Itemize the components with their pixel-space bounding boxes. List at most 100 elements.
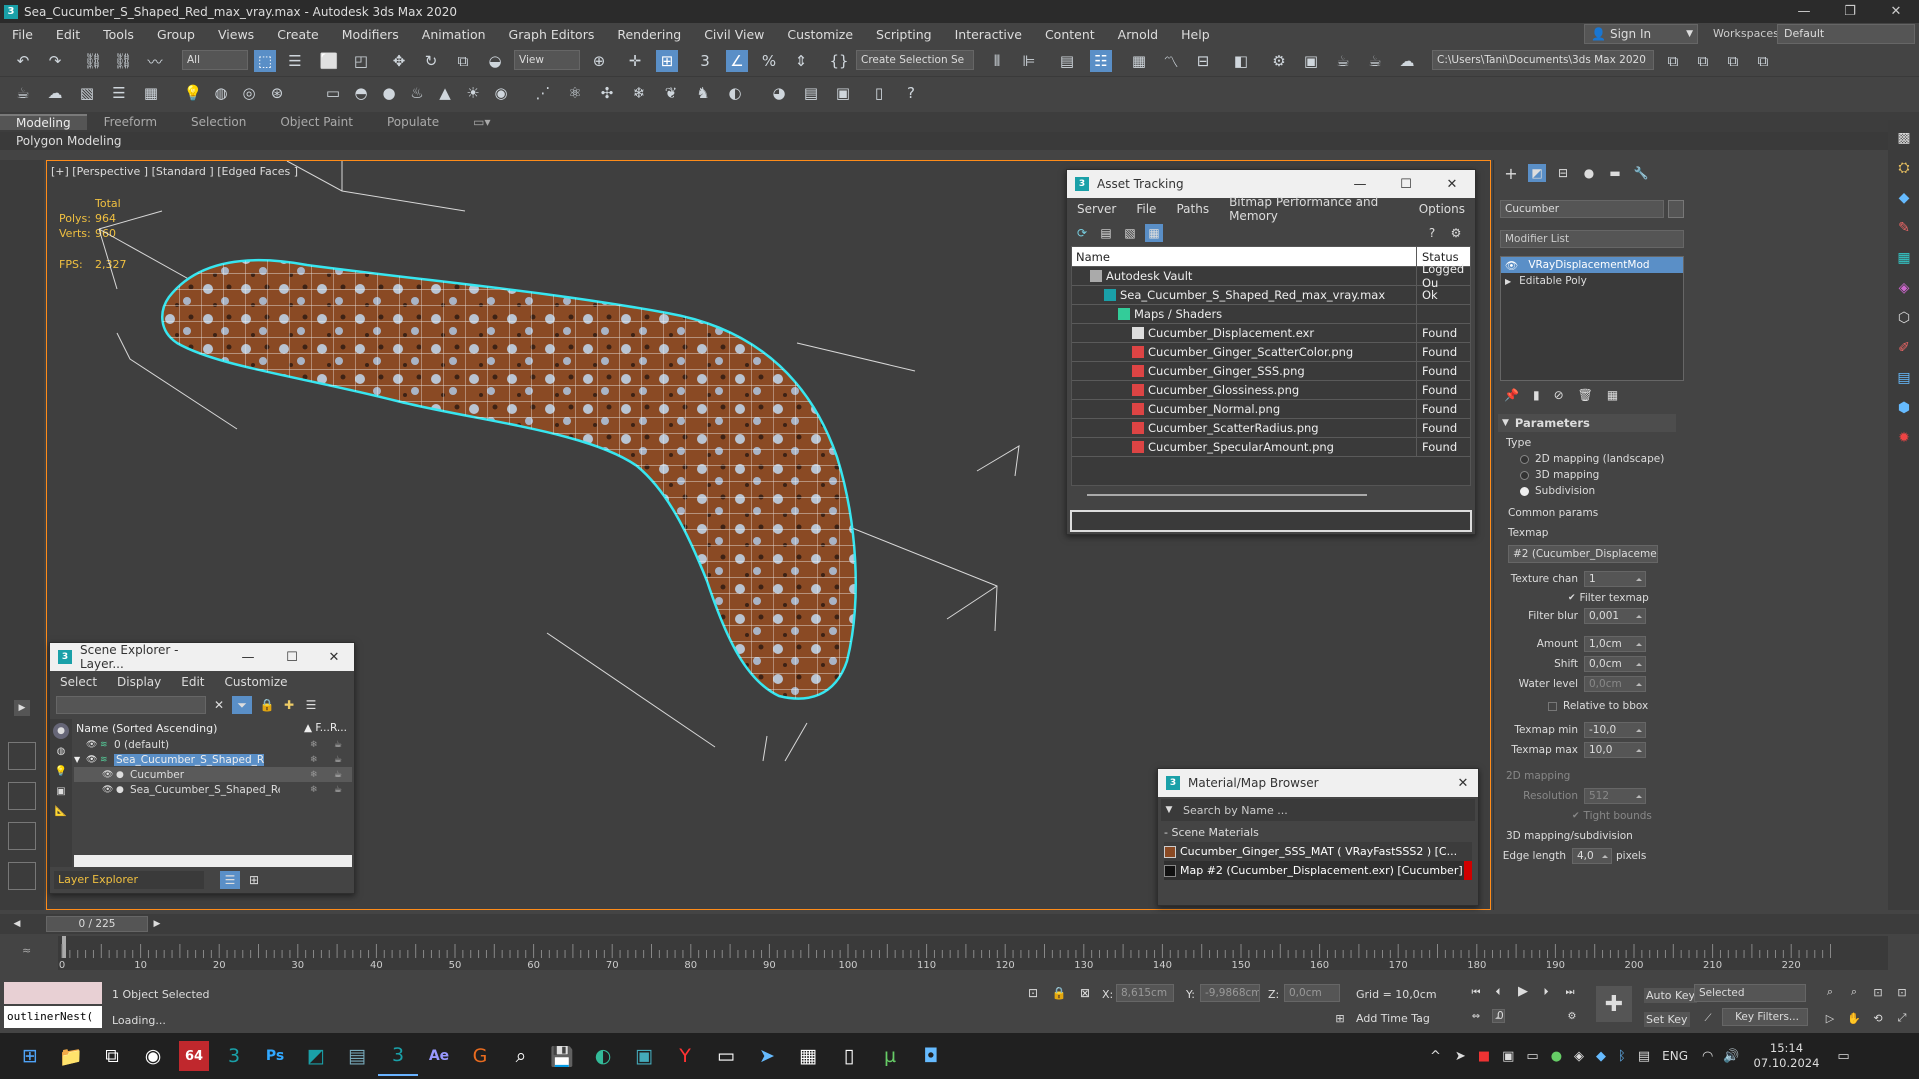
relative-to-bbox-checkbox[interactable]: Relative to bbox bbox=[1498, 692, 1676, 712]
dome-icon[interactable]: ◓ bbox=[350, 82, 372, 104]
menu-animation[interactable]: Animation bbox=[410, 27, 497, 42]
next-key-icon[interactable]: ⏵ bbox=[1538, 984, 1554, 1000]
menu-scripting[interactable]: Scripting bbox=[864, 27, 943, 42]
fur-icon[interactable]: ♞ bbox=[692, 82, 714, 104]
ribbon-toggle-icon[interactable]: ▦ bbox=[1128, 50, 1150, 72]
project-folder-select[interactable]: C:\Users\Tani\Documents\3ds Max 2020 bbox=[1432, 50, 1654, 70]
asset-row[interactable]: Cucumber_Ginger_SSS.png Found bbox=[1072, 362, 1470, 381]
menu-help[interactable]: Help bbox=[1169, 27, 1221, 42]
windows-start-icon[interactable]: ⊞ bbox=[10, 1036, 50, 1076]
scale-icon[interactable]: ⧉ bbox=[452, 50, 474, 72]
layout-grid-icon[interactable] bbox=[8, 742, 36, 770]
checker-icon[interactable]: ▩ bbox=[1894, 128, 1914, 148]
menu-server[interactable]: Server bbox=[1067, 202, 1126, 216]
menu-customize[interactable]: Customize bbox=[215, 675, 298, 689]
scene-search-input[interactable] bbox=[56, 696, 206, 714]
object-name-field[interactable]: Cucumber bbox=[1500, 200, 1664, 218]
close-button[interactable]: ✕ bbox=[1873, 0, 1919, 23]
zoom-all-icon[interactable]: ⌕ bbox=[1846, 984, 1862, 1000]
type-2d-mapping-radio[interactable]: 2D mapping (landscape) bbox=[1498, 449, 1676, 465]
freeze-icon[interactable]: ❄ bbox=[310, 770, 334, 780]
select-manipulate-icon[interactable]: ✛ bbox=[624, 50, 646, 72]
zoom-extents-icon[interactable]: ⊡ bbox=[1870, 984, 1886, 1000]
scene-row[interactable]: 👁 ≋ 0 (default) ❄ ☕ bbox=[74, 737, 352, 752]
bind-space-warp-icon[interactable]: 〰 bbox=[144, 50, 166, 72]
select-object-icon[interactable]: ⬚ bbox=[254, 50, 276, 72]
asset-row[interactable]: Cucumber_Glossiness.png Found bbox=[1072, 381, 1470, 400]
show-end-result-icon[interactable]: ▮ bbox=[1533, 388, 1540, 406]
tab-selection[interactable]: Selection bbox=[174, 115, 263, 129]
tab-freeform[interactable]: Freeform bbox=[87, 115, 174, 129]
snowflake-icon[interactable]: ❄ bbox=[628, 82, 650, 104]
maximize-viewport-icon[interactable]: ⤢ bbox=[1894, 1010, 1910, 1026]
tray-box-icon[interactable]: ▤ bbox=[1638, 1049, 1650, 1064]
menu-edit[interactable]: Edit bbox=[44, 27, 91, 42]
camera-icon[interactable]: ◎ bbox=[238, 82, 260, 104]
menu-interactive[interactable]: Interactive bbox=[943, 27, 1033, 42]
tray-red-icon[interactable]: ■ bbox=[1478, 1049, 1490, 1064]
menu-file[interactable]: File bbox=[0, 27, 44, 42]
layout-three-icon[interactable] bbox=[8, 862, 36, 890]
torrent-icon[interactable]: µ bbox=[870, 1036, 910, 1076]
image-icon[interactable]: ▧ bbox=[76, 82, 98, 104]
goto-start-icon[interactable]: ⏮ bbox=[1468, 984, 1484, 1000]
maximize-button[interactable]: ☐ bbox=[1383, 177, 1429, 192]
timeline-ruler[interactable]: 0 10 20 30 40 50 60 70 80 90 100 110 120 130 140 150 160… bbox=[58, 936, 1888, 970]
menu-bitmap-performance[interactable]: Bitmap Performance and Memory bbox=[1219, 195, 1409, 223]
menu-options[interactable]: Options bbox=[1409, 202, 1475, 216]
app-64-icon[interactable]: 64 bbox=[179, 1041, 209, 1071]
align-icon[interactable]: ⊫ bbox=[1018, 50, 1040, 72]
key-filters-button[interactable]: Key Filters... bbox=[1722, 1008, 1808, 1026]
material-editor-icon[interactable]: ◧ bbox=[1230, 50, 1252, 72]
key-selection-select[interactable]: Selected bbox=[1694, 984, 1806, 1002]
asset-row[interactable]: Autodesk Vault Logged Ou bbox=[1072, 262, 1470, 290]
keyboard-shortcut-override-icon[interactable]: ⊞ bbox=[656, 50, 678, 72]
named-selection-icon[interactable]: {} bbox=[828, 50, 850, 72]
isolate-selection-icon[interactable]: ⊡ bbox=[1024, 984, 1042, 1002]
pan-icon[interactable]: ✋ bbox=[1846, 1010, 1862, 1026]
scene-converter-icon[interactable]: ⛭ bbox=[1894, 158, 1914, 178]
display-none-icon[interactable]: ● bbox=[53, 723, 69, 739]
percent-snap-icon[interactable]: % bbox=[758, 50, 780, 72]
modify-tab-icon[interactable]: ◩ bbox=[1528, 164, 1546, 182]
menu-rendering[interactable]: Rendering bbox=[605, 27, 692, 42]
texture-chan-spinner[interactable]: 1 bbox=[1584, 571, 1646, 587]
asset-path-field[interactable] bbox=[1070, 510, 1472, 532]
zoom-icon[interactable]: ⌕ bbox=[1822, 984, 1838, 1000]
visibility-eye-icon[interactable]: 👁 bbox=[86, 755, 100, 765]
snaps-toggle-icon[interactable]: 3 bbox=[694, 50, 716, 72]
menu-display[interactable]: Display bbox=[107, 675, 171, 689]
amount-spinner[interactable]: 1,0cm bbox=[1584, 636, 1646, 652]
tray-video-icon[interactable]: ▣ bbox=[1502, 1049, 1514, 1064]
asset-row[interactable]: Maps / Shaders bbox=[1072, 305, 1470, 324]
render-iterative-icon[interactable]: ☕ bbox=[1364, 50, 1386, 72]
place-icon[interactable]: ◒ bbox=[484, 50, 506, 72]
cone-icon[interactable]: ▲ bbox=[434, 82, 456, 104]
filter-icon[interactable]: ⏷ bbox=[232, 696, 252, 714]
menu-arnold[interactable]: Arnold bbox=[1106, 27, 1169, 42]
horizontal-scrollbar[interactable] bbox=[1087, 494, 1367, 504]
tray-nvidia-icon[interactable]: ◈ bbox=[1574, 1049, 1584, 1064]
menu-content[interactable]: Content bbox=[1033, 27, 1106, 42]
configure-modifier-sets-icon[interactable]: ▦ bbox=[1607, 388, 1618, 406]
search-app-icon[interactable]: ⌕ bbox=[501, 1036, 541, 1076]
list-icon[interactable]: ☰ bbox=[108, 82, 130, 104]
motion-tab-icon[interactable]: ● bbox=[1580, 164, 1598, 182]
undo-icon[interactable]: ↶ bbox=[12, 50, 34, 72]
freeze-icon[interactable]: ❄ bbox=[310, 785, 334, 795]
thumbnail-view-icon[interactable]: ▧ bbox=[1121, 224, 1139, 242]
list-view-icon[interactable]: ▤ bbox=[1097, 224, 1115, 242]
field-of-view-icon[interactable]: ▷ bbox=[1822, 1010, 1838, 1026]
filter-texmap-checkbox[interactable]: ✔ Filter texmap bbox=[1498, 587, 1676, 604]
minimize-button[interactable]: — bbox=[1337, 177, 1383, 192]
bluetooth-icon[interactable]: ᛒ bbox=[1618, 1049, 1626, 1064]
helpers-icon[interactable]: 📐 bbox=[53, 803, 69, 819]
time-slider[interactable]: 0 / 225 bbox=[46, 916, 148, 932]
prev-frame-icon[interactable]: ◀ bbox=[10, 917, 24, 931]
curve-editor-icon[interactable]: 〽 bbox=[1160, 50, 1182, 72]
plane-icon[interactable]: ▭ bbox=[322, 82, 344, 104]
volume-icon[interactable]: 🔊 bbox=[1723, 1049, 1739, 1064]
menu-edit[interactable]: Edit bbox=[171, 675, 214, 689]
cameras-icon[interactable]: ▣ bbox=[53, 783, 69, 799]
window-crossing-icon[interactable]: ◰ bbox=[350, 50, 372, 72]
